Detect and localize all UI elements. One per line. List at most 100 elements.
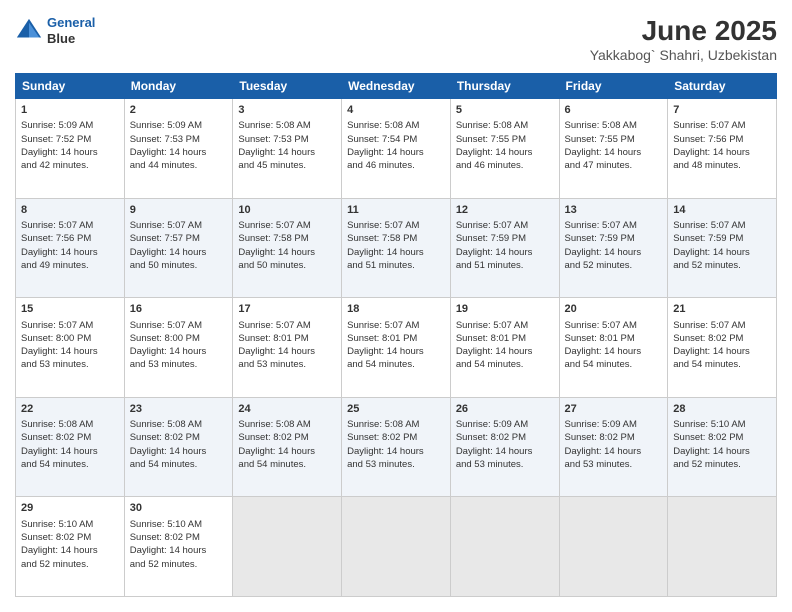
day-number: 18 [347, 302, 445, 317]
day-info: Daylight: 14 hours [456, 345, 554, 358]
table-row [342, 497, 451, 597]
day-info: Sunrise: 5:08 AM [238, 418, 336, 431]
day-info: Daylight: 14 hours [347, 246, 445, 259]
day-number: 25 [347, 402, 445, 417]
table-row: 15Sunrise: 5:07 AMSunset: 8:00 PMDayligh… [16, 298, 125, 398]
table-row: 14Sunrise: 5:07 AMSunset: 7:59 PMDayligh… [668, 198, 777, 298]
day-info: Sunset: 8:01 PM [347, 332, 445, 345]
calendar-week-2: 8Sunrise: 5:07 AMSunset: 7:56 PMDaylight… [16, 198, 777, 298]
day-info: Sunset: 7:56 PM [21, 232, 119, 245]
day-info: Daylight: 14 hours [238, 146, 336, 159]
day-number: 6 [565, 103, 663, 118]
day-info: Sunrise: 5:07 AM [130, 319, 228, 332]
day-info: Sunrise: 5:07 AM [673, 319, 771, 332]
day-number: 26 [456, 402, 554, 417]
day-info: Daylight: 14 hours [673, 146, 771, 159]
day-info: Sunrise: 5:08 AM [130, 418, 228, 431]
day-info: Sunrise: 5:08 AM [347, 119, 445, 132]
col-tuesday: Tuesday [233, 74, 342, 99]
day-info: and 54 minutes. [456, 358, 554, 371]
day-info: Sunrise: 5:07 AM [238, 219, 336, 232]
table-row: 22Sunrise: 5:08 AMSunset: 8:02 PMDayligh… [16, 397, 125, 497]
day-info: Sunset: 8:02 PM [673, 431, 771, 444]
day-info: Sunrise: 5:08 AM [21, 418, 119, 431]
day-info: and 54 minutes. [238, 458, 336, 471]
table-row: 23Sunrise: 5:08 AMSunset: 8:02 PMDayligh… [124, 397, 233, 497]
day-info: and 52 minutes. [565, 259, 663, 272]
day-info: Sunrise: 5:07 AM [238, 319, 336, 332]
day-number: 16 [130, 302, 228, 317]
day-info: and 52 minutes. [130, 558, 228, 571]
day-info: Sunset: 7:57 PM [130, 232, 228, 245]
col-friday: Friday [559, 74, 668, 99]
day-info: Sunrise: 5:10 AM [130, 518, 228, 531]
day-number: 8 [21, 203, 119, 218]
day-number: 11 [347, 203, 445, 218]
day-info: Sunset: 8:02 PM [238, 431, 336, 444]
col-thursday: Thursday [450, 74, 559, 99]
day-number: 12 [456, 203, 554, 218]
table-row [668, 497, 777, 597]
day-info: Sunrise: 5:07 AM [21, 219, 119, 232]
col-wednesday: Wednesday [342, 74, 451, 99]
day-info: Daylight: 14 hours [21, 544, 119, 557]
table-row: 10Sunrise: 5:07 AMSunset: 7:58 PMDayligh… [233, 198, 342, 298]
table-row: 3Sunrise: 5:08 AMSunset: 7:53 PMDaylight… [233, 99, 342, 199]
day-info: Daylight: 14 hours [21, 345, 119, 358]
day-info: Sunset: 7:58 PM [347, 232, 445, 245]
day-info: Daylight: 14 hours [347, 146, 445, 159]
day-info: and 48 minutes. [673, 159, 771, 172]
table-row: 24Sunrise: 5:08 AMSunset: 8:02 PMDayligh… [233, 397, 342, 497]
day-number: 7 [673, 103, 771, 118]
day-info: Sunset: 8:02 PM [673, 332, 771, 345]
day-info: Sunset: 7:54 PM [347, 133, 445, 146]
day-number: 20 [565, 302, 663, 317]
table-row: 21 Sunrise: 5:07 AMSunset: 8:02 PMDayligh… [668, 298, 777, 398]
day-info: and 53 minutes. [130, 358, 228, 371]
day-info: Daylight: 14 hours [347, 445, 445, 458]
table-row: 8Sunrise: 5:07 AMSunset: 7:56 PMDaylight… [16, 198, 125, 298]
day-info: Daylight: 14 hours [130, 246, 228, 259]
day-info: Sunrise: 5:08 AM [565, 119, 663, 132]
day-info: and 53 minutes. [21, 358, 119, 371]
table-row: 29Sunrise: 5:10 AMSunset: 8:02 PMDayligh… [16, 497, 125, 597]
day-info: Daylight: 14 hours [673, 345, 771, 358]
day-info: Daylight: 14 hours [456, 146, 554, 159]
day-info: Sunset: 8:02 PM [347, 431, 445, 444]
day-info: Daylight: 14 hours [673, 246, 771, 259]
day-info: Daylight: 14 hours [130, 146, 228, 159]
day-info: and 52 minutes. [21, 558, 119, 571]
day-info: Sunset: 8:02 PM [21, 431, 119, 444]
day-number: 24 [238, 402, 336, 417]
day-number: 15 [21, 302, 119, 317]
month-title: June 2025 [590, 15, 777, 47]
day-info: Daylight: 14 hours [130, 544, 228, 557]
day-number: 27 [565, 402, 663, 417]
day-info: Daylight: 14 hours [456, 246, 554, 259]
table-row [559, 497, 668, 597]
table-row: 18Sunrise: 5:07 AMSunset: 8:01 PMDayligh… [342, 298, 451, 398]
logo-icon [15, 17, 43, 45]
day-info: Daylight: 14 hours [130, 445, 228, 458]
day-info: Sunset: 7:59 PM [565, 232, 663, 245]
day-info: and 50 minutes. [130, 259, 228, 272]
day-info: Sunset: 8:00 PM [130, 332, 228, 345]
day-info: Sunset: 7:52 PM [21, 133, 119, 146]
col-monday: Monday [124, 74, 233, 99]
day-info: Sunset: 8:02 PM [130, 531, 228, 544]
day-info: Daylight: 14 hours [21, 445, 119, 458]
table-row: 26Sunrise: 5:09 AMSunset: 8:02 PMDayligh… [450, 397, 559, 497]
day-info: Sunrise: 5:09 AM [456, 418, 554, 431]
day-number: 21 [673, 302, 771, 317]
day-number: 1 [21, 103, 119, 118]
day-info: and 46 minutes. [456, 159, 554, 172]
table-row: 12Sunrise: 5:07 AMSunset: 7:59 PMDayligh… [450, 198, 559, 298]
day-info: Sunrise: 5:07 AM [565, 219, 663, 232]
day-number: 2 [130, 103, 228, 118]
table-row: 16Sunrise: 5:07 AMSunset: 8:00 PMDayligh… [124, 298, 233, 398]
day-info: and 54 minutes. [565, 358, 663, 371]
page: General Blue June 2025 Yakkabog` Shahri,… [0, 0, 792, 612]
day-number: 14 [673, 203, 771, 218]
table-row [233, 497, 342, 597]
day-info: Sunrise: 5:08 AM [238, 119, 336, 132]
